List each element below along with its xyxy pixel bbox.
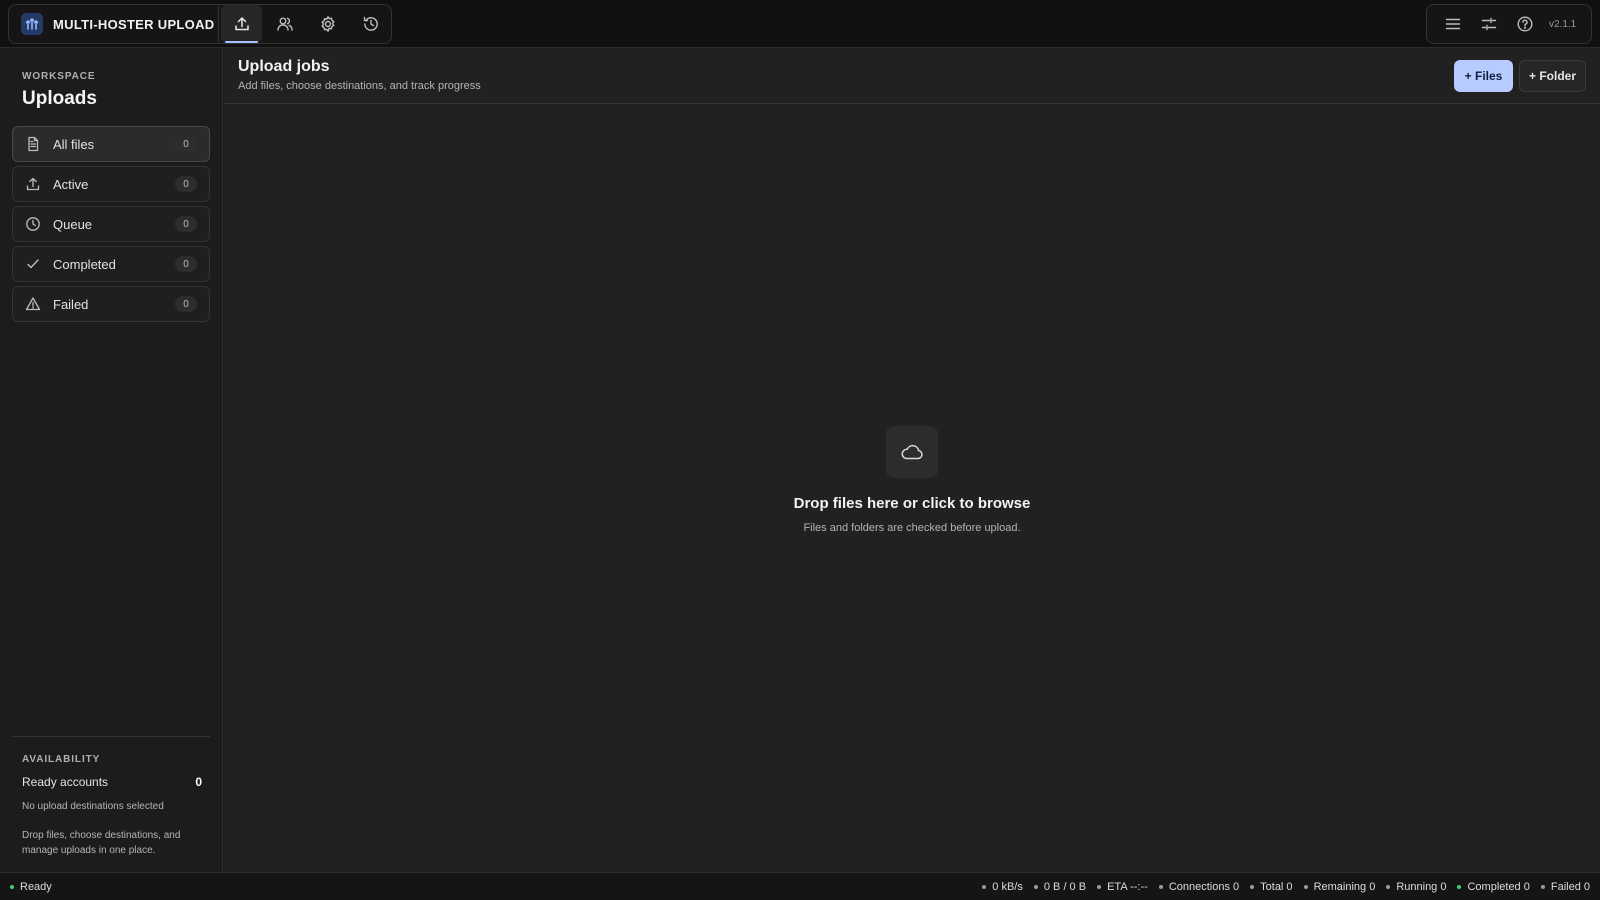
status-dot-icon (10, 885, 14, 889)
filters-button[interactable] (1471, 8, 1507, 40)
main-header: Upload jobs Add files, choose destinatio… (224, 48, 1600, 104)
stat-total: Total 0 (1250, 881, 1293, 893)
brand: MULTI-HOSTER UPLOAD (9, 5, 219, 43)
tab-upload[interactable] (221, 5, 262, 43)
sidebar-item-active[interactable]: Active 0 (12, 166, 210, 202)
sidebar-item-queue[interactable]: Queue 0 (12, 206, 210, 242)
workspace-title: Uploads (22, 88, 97, 109)
stat-failed-value: Failed 0 (1550, 881, 1590, 893)
sidebar-item-label: Queue (53, 216, 93, 232)
status-text: Ready (20, 881, 52, 893)
toolbar-right: v2.1.1 (1426, 4, 1592, 44)
stat-completed: Completed 0 (1457, 881, 1530, 893)
stat-speed: 0 kB/s (982, 881, 1023, 893)
history-icon (362, 15, 380, 33)
stat-connections: Connections 0 (1158, 881, 1240, 893)
check-icon (24, 255, 42, 273)
sidebar: WORKSPACE Uploads All files 0 Active 0 Q… (0, 48, 223, 872)
dropzone-title: Drop files here or click to browse (793, 495, 1031, 512)
sidebar-help-note: Drop files, choose destinations, and man… (22, 830, 181, 856)
sidebar-item-all-files[interactable]: All files 0 (12, 126, 210, 162)
clock-icon (24, 215, 42, 233)
page-title: Upload jobs (238, 58, 330, 75)
tab-settings[interactable] (307, 5, 348, 43)
app-logo-icon (21, 13, 43, 35)
tab-accounts[interactable] (264, 5, 305, 43)
ready-accounts-count: 0 (195, 775, 202, 789)
add-files-button[interactable]: + Files (1454, 60, 1513, 92)
top-bar: MULTI-HOSTER UPLOAD v2.1.1 (0, 0, 1600, 48)
tab-history[interactable] (350, 5, 391, 43)
stat-speed-value: 0 kB/s (992, 881, 1023, 893)
main-panel: Upload jobs Add files, choose destinatio… (224, 48, 1600, 872)
sidebar-item-count: 0 (175, 296, 197, 312)
menu-icon (1444, 15, 1462, 33)
app-name: MULTI-HOSTER UPLOAD (53, 16, 215, 32)
sidebar-item-label: All files (53, 136, 95, 152)
ready-accounts-row: Ready accounts 0 (22, 775, 202, 789)
stat-running-value: Running 0 (1396, 881, 1447, 893)
stat-eta: ETA --:-- (1097, 881, 1148, 893)
stat-completed-value: Completed 0 (1467, 881, 1530, 893)
page-subtitle: Add files, choose destinations, and trac… (238, 80, 481, 92)
stat-remaining-value: Remaining 0 (1313, 881, 1376, 893)
workspace-label: WORKSPACE (22, 71, 96, 82)
ready-accounts-label: Ready accounts (22, 775, 109, 789)
help-button[interactable] (1507, 8, 1543, 40)
app-version: v2.1.1 (1549, 18, 1577, 30)
warning-icon (24, 295, 42, 313)
sidebar-list: All files 0 Active 0 Queue 0 Completed 0… (12, 126, 210, 326)
sidebar-item-label: Completed (53, 256, 116, 272)
stat-bytes: 0 B / 0 B (1033, 881, 1087, 893)
sidebar-divider (12, 736, 210, 737)
file-icon (24, 135, 42, 153)
availability-label: AVAILABILITY (22, 754, 101, 765)
add-folder-button[interactable]: + Folder (1519, 60, 1586, 92)
upload-dropzone[interactable] (224, 105, 1600, 872)
gear-icon (319, 15, 337, 33)
sidebar-item-count: 0 (175, 216, 197, 232)
stat-eta-value: ETA --:-- (1107, 881, 1148, 893)
sidebar-item-count: 0 (175, 256, 197, 272)
status-ready: Ready (10, 881, 52, 893)
stat-connections-value: Connections 0 (1168, 881, 1240, 893)
stat-failed: Failed 0 (1540, 881, 1590, 893)
upload-icon (24, 175, 42, 193)
sidebar-item-label: Failed (53, 296, 89, 312)
sidebar-item-label: Active (53, 176, 89, 192)
upload-icon (233, 15, 251, 33)
sidebar-item-count: 0 (175, 176, 197, 192)
status-bar: Ready 0 kB/s 0 B / 0 B ETA --:-- Connect… (0, 872, 1600, 900)
status-stats: 0 kB/s 0 B / 0 B ETA --:-- Connections 0… (971, 881, 1590, 893)
stat-remaining: Remaining 0 (1303, 881, 1376, 893)
users-icon (276, 15, 294, 33)
stat-total-value: Total 0 (1260, 881, 1293, 893)
sidebar-item-completed[interactable]: Completed 0 (12, 246, 210, 282)
help-icon (1516, 15, 1534, 33)
sliders-icon (1480, 15, 1498, 33)
dropzone-subtitle: Files and folders are checked before upl… (803, 522, 1021, 534)
sidebar-item-count: 0 (175, 136, 197, 152)
menu-button[interactable] (1435, 8, 1471, 40)
stat-running: Running 0 (1386, 881, 1446, 893)
cloud-icon (886, 426, 938, 478)
brand-nav-group: MULTI-HOSTER UPLOAD (8, 4, 392, 44)
no-destinations-text: No upload destinations selected (22, 801, 164, 812)
sidebar-item-failed[interactable]: Failed 0 (12, 286, 210, 322)
stat-bytes-value: 0 B / 0 B (1043, 881, 1087, 893)
